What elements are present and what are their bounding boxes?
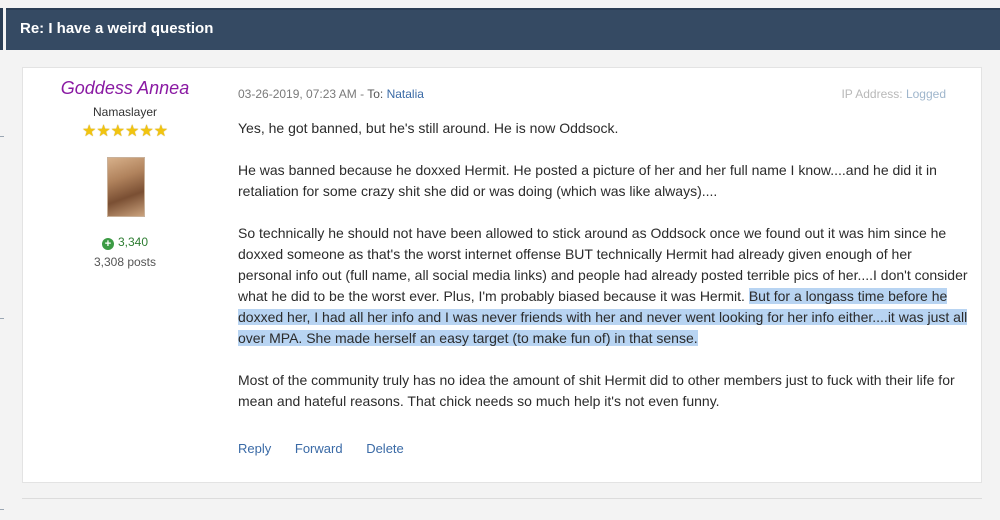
author-name[interactable]: Goddess Annea bbox=[50, 78, 200, 99]
forward-button[interactable]: Forward bbox=[295, 441, 343, 456]
thread-header: Re: I have a weird question bbox=[6, 8, 1000, 50]
post-body: Yes, he got banned, but he's still aroun… bbox=[238, 118, 968, 433]
to-label: To: bbox=[367, 87, 384, 101]
post-paragraph: So technically he should not have been a… bbox=[238, 223, 968, 349]
left-edge-bar bbox=[0, 8, 3, 50]
left-edge-tick bbox=[0, 136, 4, 137]
reply-button[interactable]: Reply bbox=[238, 441, 271, 456]
post-date: 03-26-2019, 07:23 AM bbox=[238, 87, 357, 101]
post-meta: 03-26-2019, 07:23 AM - To: Natalia bbox=[238, 87, 424, 101]
post-paragraph: He was banned because he doxxed Hermit. … bbox=[238, 162, 937, 199]
post-count: 3,308 posts bbox=[93, 255, 157, 269]
left-edge-tick bbox=[0, 509, 4, 510]
reputation-value: 3,340 bbox=[117, 235, 149, 249]
post-paragraph: Yes, he got banned, but he's still aroun… bbox=[238, 120, 619, 136]
avatar[interactable] bbox=[107, 157, 145, 217]
post-divider bbox=[22, 498, 982, 499]
meta-separator: - bbox=[356, 87, 368, 101]
left-edge-tick bbox=[0, 318, 4, 319]
reputation[interactable]: +3,340 bbox=[50, 235, 200, 250]
post-actions: Reply Forward Delete bbox=[238, 441, 424, 456]
ip-address: IP Address: Logged bbox=[790, 87, 946, 101]
rank-stars-icon: ★★★★★★ bbox=[81, 123, 169, 140]
plus-circle-icon: + bbox=[101, 238, 114, 250]
author-rank: Namaslayer bbox=[92, 105, 158, 119]
recipient-link[interactable]: Natalia bbox=[387, 87, 424, 101]
delete-button[interactable]: Delete bbox=[366, 441, 404, 456]
post-paragraph: Most of the community truly has no idea … bbox=[238, 372, 955, 409]
thread-title: Re: I have a weird question bbox=[20, 20, 214, 37]
ip-label: IP Address: bbox=[841, 87, 903, 101]
ip-value: Logged bbox=[905, 87, 946, 101]
